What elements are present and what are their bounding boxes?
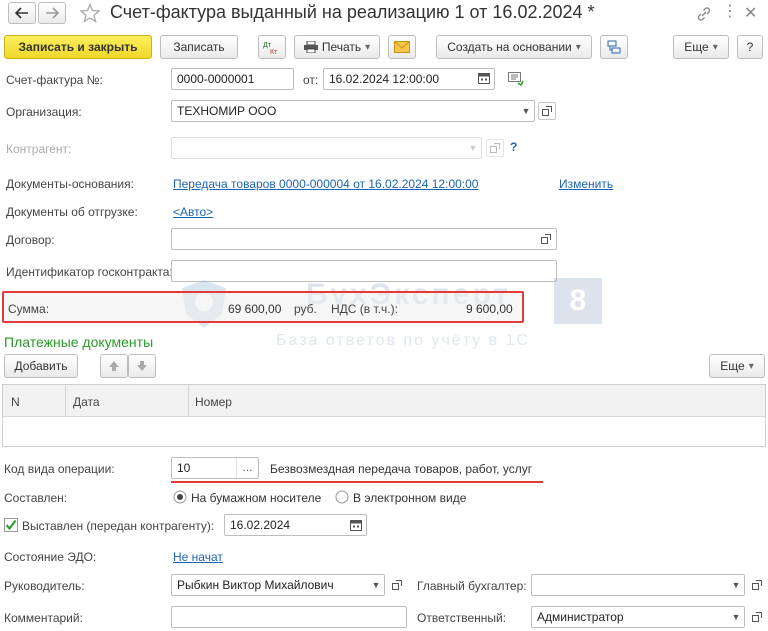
- printer-icon: [303, 41, 318, 53]
- director-dropdown-icon[interactable]: ▼: [369, 575, 383, 595]
- help-question-icon[interactable]: ?: [510, 140, 517, 154]
- radio-electronic[interactable]: [335, 490, 349, 504]
- dt-kt-icon: Дт Кт: [263, 42, 278, 55]
- column-n[interactable]: N: [11, 395, 20, 409]
- edo-status-link[interactable]: Не начат: [173, 550, 223, 564]
- chief-accountant-open-icon[interactable]: [748, 576, 766, 594]
- responsible-field[interactable]: Администратор: [531, 606, 745, 628]
- column-number[interactable]: Номер: [195, 395, 232, 409]
- change-link[interactable]: Изменить: [559, 177, 613, 191]
- issued-date-field[interactable]: 16.02.2024: [224, 514, 367, 536]
- envelope-icon: [394, 41, 410, 53]
- help-button[interactable]: ?: [737, 35, 763, 59]
- payments-table[interactable]: N Дата Номер: [2, 384, 766, 447]
- contract-open-icon[interactable]: [537, 230, 555, 248]
- payments-more-button[interactable]: Еще ▾: [709, 354, 765, 378]
- responsible-dropdown-icon[interactable]: ▼: [729, 607, 743, 627]
- payments-heading: Платежные документы: [4, 334, 154, 350]
- column-date[interactable]: Дата: [73, 395, 100, 409]
- arrow-down-icon: [137, 361, 147, 371]
- column-divider: [188, 385, 189, 417]
- payments-table-header: [3, 385, 765, 417]
- calendar-icon[interactable]: [477, 71, 491, 85]
- comment-label: Комментарий:: [4, 611, 83, 625]
- link-icon[interactable]: [696, 6, 712, 22]
- dt-kt-button[interactable]: Дт Кт: [258, 35, 286, 59]
- close-icon[interactable]: ✕: [744, 3, 757, 23]
- move-down-button[interactable]: [128, 354, 156, 378]
- invoice-date-field[interactable]: 16.02.2024 12:00:00: [323, 68, 495, 90]
- create-based-button[interactable]: Создать на основании ▾: [436, 35, 592, 59]
- gov-contract-label: Идентификатор госконтракта:: [6, 265, 173, 279]
- move-up-button[interactable]: [100, 354, 128, 378]
- arrow-right-icon: [46, 7, 59, 19]
- operation-code-select-button[interactable]: ...: [236, 458, 258, 478]
- document-list-icon[interactable]: [508, 72, 524, 86]
- counterparty-dropdown-icon: ▼: [468, 143, 478, 153]
- director-open-icon[interactable]: [388, 576, 406, 594]
- issued-label: Выставлен (передан контрагенту):: [22, 519, 215, 533]
- structure-button[interactable]: [600, 35, 628, 59]
- chief-accountant-dropdown-icon[interactable]: ▼: [729, 575, 743, 595]
- vat-value: 9 600,00: [466, 302, 513, 316]
- invoice-date-label: от:: [303, 73, 319, 87]
- document-structure-icon: [607, 40, 621, 54]
- chief-accountant-label: Главный бухгалтер:: [417, 579, 527, 593]
- radio-paper-label[interactable]: На бумажном носителе: [191, 491, 321, 505]
- counterparty-field: [171, 137, 482, 159]
- contract-label: Договор:: [6, 233, 55, 247]
- counterparty-open-icon: [486, 139, 504, 157]
- organization-field[interactable]: ТЕХНОМИР ООО: [171, 100, 535, 122]
- arrow-left-icon: [15, 7, 28, 19]
- counterparty-label: Контрагент:: [6, 142, 72, 156]
- favorite-star-icon[interactable]: [80, 3, 100, 23]
- arrow-up-icon: [109, 361, 119, 371]
- print-button[interactable]: Печать ▾: [294, 35, 380, 59]
- sum-value: 69 600,00: [228, 302, 282, 316]
- responsible-open-icon[interactable]: [748, 608, 766, 626]
- organization-label: Организация:: [6, 105, 82, 119]
- add-payment-button[interactable]: Добавить: [4, 354, 78, 378]
- organization-open-icon[interactable]: [538, 102, 556, 120]
- radio-electronic-label[interactable]: В электронном виде: [353, 491, 466, 505]
- issued-calendar-icon[interactable]: [349, 518, 363, 532]
- window-title: Счет-фактура выданный на реализацию 1 от…: [110, 2, 595, 22]
- title-bar: Счет-фактура выданный на реализацию 1 от…: [0, 0, 768, 28]
- edo-status-label: Состояние ЭДО:: [4, 550, 97, 564]
- watermark-subtitle: База ответов по учёту в 1С: [276, 332, 531, 349]
- composed-label: Составлен:: [4, 491, 68, 505]
- shipping-documents-label: Документы об отгрузке:: [6, 205, 138, 219]
- vat-label: НДС (в т.ч.):: [331, 302, 398, 316]
- responsible-label: Ответственный:: [417, 611, 507, 625]
- shipping-documents-link[interactable]: <Авто>: [173, 205, 213, 219]
- organization-dropdown-icon[interactable]: ▼: [519, 101, 533, 121]
- svg-text:Дт: Дт: [263, 42, 272, 49]
- forward-button[interactable]: [38, 2, 66, 24]
- column-divider: [65, 385, 66, 417]
- contract-field[interactable]: [171, 228, 557, 250]
- more-vertical-icon[interactable]: ⋮: [722, 4, 738, 20]
- sum-label: Сумма:: [8, 302, 50, 316]
- invoice-number-field[interactable]: 0000-0000001: [171, 68, 294, 90]
- director-field[interactable]: Рыбкин Виктор Михайлович: [171, 574, 385, 596]
- invoice-number-label: Счет-фактура №:: [6, 73, 103, 87]
- operation-code-label: Код вида операции:: [4, 462, 115, 476]
- more-button[interactable]: Еще ▾: [673, 35, 729, 59]
- watermark-number-box: 8: [554, 278, 602, 324]
- back-button[interactable]: [8, 2, 36, 24]
- email-button[interactable]: [388, 35, 416, 59]
- chief-accountant-field[interactable]: [531, 574, 745, 596]
- save-button[interactable]: Записать: [160, 35, 238, 59]
- issued-checkbox[interactable]: [4, 518, 18, 532]
- director-label: Руководитель:: [4, 579, 85, 593]
- operation-code-underline: [171, 481, 543, 483]
- base-documents-label: Документы-основания:: [6, 177, 134, 191]
- operation-code-description: Безвозмездная передача товаров, работ, у…: [270, 462, 533, 476]
- currency-label: руб.: [294, 302, 317, 316]
- comment-field[interactable]: [171, 606, 407, 628]
- base-documents-link[interactable]: Передача товаров 0000-000004 от 16.02.20…: [173, 177, 478, 191]
- radio-paper[interactable]: [173, 490, 187, 504]
- svg-text:Кт: Кт: [270, 49, 278, 55]
- save-and-close-button[interactable]: Записать и закрыть: [4, 35, 152, 59]
